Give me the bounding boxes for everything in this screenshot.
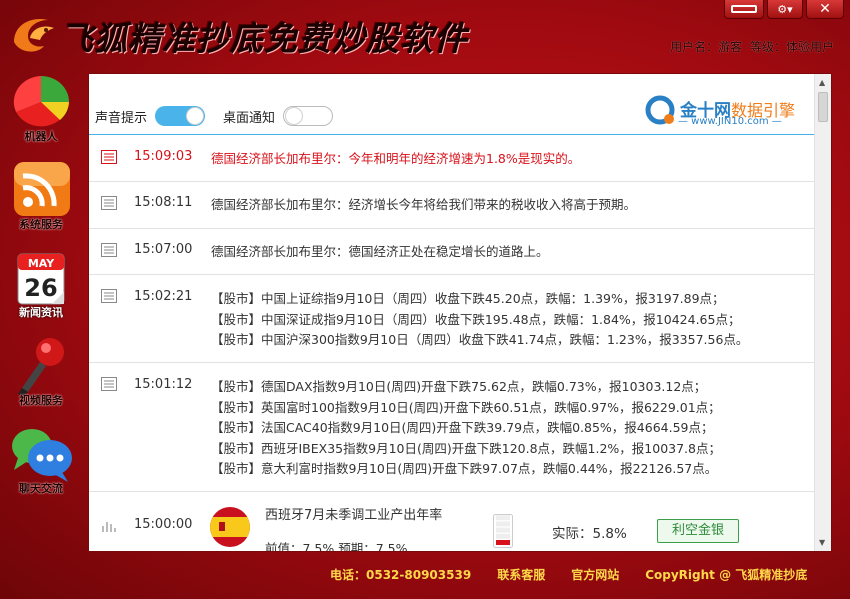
sidebar-item-chat[interactable]: 聊天交流 [0, 424, 82, 512]
microphone-icon [8, 336, 74, 398]
news-time: 15:02:21 [134, 289, 193, 305]
news-time: 15:01:12 [134, 377, 193, 393]
document-icon [101, 196, 117, 211]
spain-flag-icon [210, 507, 250, 548]
impact-badge: 利空金银 [657, 519, 739, 544]
importance-level-bar [496, 521, 510, 527]
chat-bubbles-icon [8, 424, 74, 486]
news-row[interactable]: 15:02:21 【股市】中国上证综指9月10日（周四）收盘下跌45.20点，跌… [89, 275, 816, 364]
importance-level-bar [496, 540, 510, 546]
pie-chart-icon [8, 72, 74, 134]
user-name: 游客 [718, 40, 743, 54]
document-icon [101, 289, 117, 304]
news-text: 【股市】意大利富时指数9月10日(周四)开盘下跌97.07点，跌幅0.44%，报… [211, 461, 718, 477]
news-time: 15:07:00 [134, 241, 193, 257]
toggle-knob [186, 107, 205, 125]
data-title: 西班牙7月未季调工业产出年率 [265, 508, 443, 524]
fox-logo-icon [8, 8, 60, 60]
footer: 电话：0532-80903539 联系客服 官方网站 CopyRight @ 飞… [330, 566, 807, 583]
news-text: 德国经济部长加布里尔：经济增长今年将给我们带来的税收收入将高于预期。 [211, 197, 637, 213]
sound-label: 声音提示 [95, 110, 148, 126]
jin10-brand[interactable]: 金十网数据引擎 — www.JIN10.com — [642, 94, 812, 132]
sidebar-item-label: 新闻资讯 [19, 306, 63, 319]
data-actual: 实际：5.8% [552, 526, 627, 543]
calendar-month: MAY [28, 257, 55, 270]
minimize-button[interactable] [724, 0, 764, 19]
document-icon [101, 242, 117, 257]
user-label: 用户名： [670, 40, 719, 54]
news-text: 德国经济部长加布里尔：今年和明年的经济增速为1.8%是现实的。 [211, 151, 581, 166]
menu-button[interactable]: ⚙▾ [767, 0, 803, 19]
news-row[interactable]: 15:01:12 【股市】德国DAX指数9月10日(周四)开盘下跌75.62点，… [89, 363, 816, 493]
panel-header: 声音提示 桌面通知 金十网数据引擎 — www.JIN10.com — [89, 74, 814, 135]
news-text: 【股市】德国DAX指数9月10日(周四)开盘下跌75.62点，跌幅0.73%，报… [211, 379, 707, 395]
app-title: 飞狐精准抄底免费炒股软件 [60, 19, 468, 58]
news-time: 15:09:03 [134, 149, 193, 164]
brand-url: — www.JIN10.com — [678, 116, 782, 127]
level-value: 体验用户 [785, 40, 834, 54]
news-text: 【股市】英国富时100指数9月10日(周四)开盘下跌60.51点，跌幅0.97%… [211, 399, 721, 415]
sidebar: 机器人 系统服务 MAY 26 新闻资讯 视频服务 聊天交流 [0, 72, 82, 512]
news-text: 德国经济部长加布里尔：德国经济正处在稳定增长的道路上。 [211, 243, 549, 259]
economic-data-row[interactable]: 15:00:00 西班牙7月未季调工业产出年率 前值：7.5% 预期：7.5% … [89, 492, 816, 552]
rss-feed-icon [8, 160, 74, 222]
importance-level-bar [496, 534, 510, 540]
document-icon [101, 150, 117, 164]
news-text: 【股市】中国沪深300指数9月10日（周四）收盘下跌41.74点，跌幅：1.23… [211, 332, 749, 348]
minimize-icon [731, 5, 757, 13]
news-text: 【股市】法国CAC40指数9月10日(周四)开盘下跌39.79点，跌幅0.85%… [211, 420, 714, 436]
data-prev-forecast: 前值：7.5% 预期：7.5% [265, 541, 408, 552]
sidebar-item-label: 视频服务 [19, 394, 63, 407]
close-button[interactable]: ✕ [806, 0, 844, 19]
news-row[interactable]: 15:08:11 德国经济部长加布里尔：经济增长今年将给我们带来的税收收入将高于… [89, 182, 816, 229]
news-list: 15:09:03 德国经济部长加布里尔：今年和明年的经济增速为1.8%是现实的。… [89, 136, 816, 552]
footer-service-link[interactable]: 联系客服 [497, 566, 545, 583]
importance-meter-icon [493, 514, 513, 549]
sound-toggle[interactable] [155, 106, 206, 126]
document-icon [101, 377, 117, 392]
news-text: 【股市】中国深证成指9月10日（周四）收盘下跌195.48点，跌幅：1.84%，… [211, 311, 741, 327]
news-text: 【股市】西班牙IBEX35指数9月10日(周四)开盘下跌120.8点，跌幅1.2… [211, 440, 721, 456]
sidebar-item-label: 机器人 [24, 130, 58, 143]
calendar-day: 26 [24, 274, 57, 302]
window-controls: ⚙▾ ✕ [724, 0, 844, 19]
sidebar-item-news[interactable]: MAY 26 新闻资讯 [0, 248, 82, 336]
close-icon: ✕ [819, 1, 831, 17]
news-time: 15:08:11 [134, 195, 193, 211]
user-info: 用户名：游客 等级：体验用户 [670, 38, 834, 55]
notification-toggles: 声音提示 桌面通知 [95, 106, 351, 126]
scroll-down-icon[interactable]: ▼ [819, 538, 825, 547]
sidebar-item-robot[interactable]: 机器人 [0, 72, 82, 160]
footer-website-link[interactable]: 官方网站 [571, 566, 619, 583]
news-panel: 声音提示 桌面通知 金十网数据引擎 — www.JIN10.com — 15:0… [88, 73, 832, 552]
gear-icon: ⚙▾ [777, 2, 793, 16]
sidebar-item-label: 系统服务 [19, 218, 63, 231]
importance-level-bar [496, 515, 510, 521]
news-text: 【股市】中国上证综指9月10日（周四）收盘下跌45.20点，跌幅：1.39%，报… [211, 291, 725, 307]
level-label: 等级： [749, 40, 786, 54]
jin10-logo-icon [645, 95, 675, 125]
toggle-knob [285, 107, 304, 125]
data-time: 15:00:00 [134, 517, 193, 533]
importance-level-bar [496, 528, 510, 534]
desktop-label: 桌面通知 [223, 110, 276, 126]
calendar-icon: MAY 26 [8, 248, 74, 310]
news-row[interactable]: 15:07:00 德国经济部长加布里尔：德国经济正处在稳定增长的道路上。 [89, 229, 816, 276]
bar-chart-icon [102, 522, 116, 533]
sidebar-item-video[interactable]: 视频服务 [0, 336, 82, 424]
news-row[interactable]: 15:09:03 德国经济部长加布里尔：今年和明年的经济增速为1.8%是现实的。 [89, 136, 816, 183]
sidebar-item-label: 聊天交流 [19, 482, 63, 495]
footer-phone: 电话：0532-80903539 [330, 568, 472, 582]
scroll-thumb[interactable] [818, 92, 828, 122]
footer-copyright: CopyRight @ 飞狐精准抄底 [645, 568, 808, 582]
scroll-up-icon[interactable]: ▲ [819, 78, 825, 87]
desktop-toggle[interactable] [283, 106, 334, 126]
scrollbar[interactable]: ▲ ▼ [814, 74, 831, 551]
sidebar-item-system[interactable]: 系统服务 [0, 160, 82, 248]
